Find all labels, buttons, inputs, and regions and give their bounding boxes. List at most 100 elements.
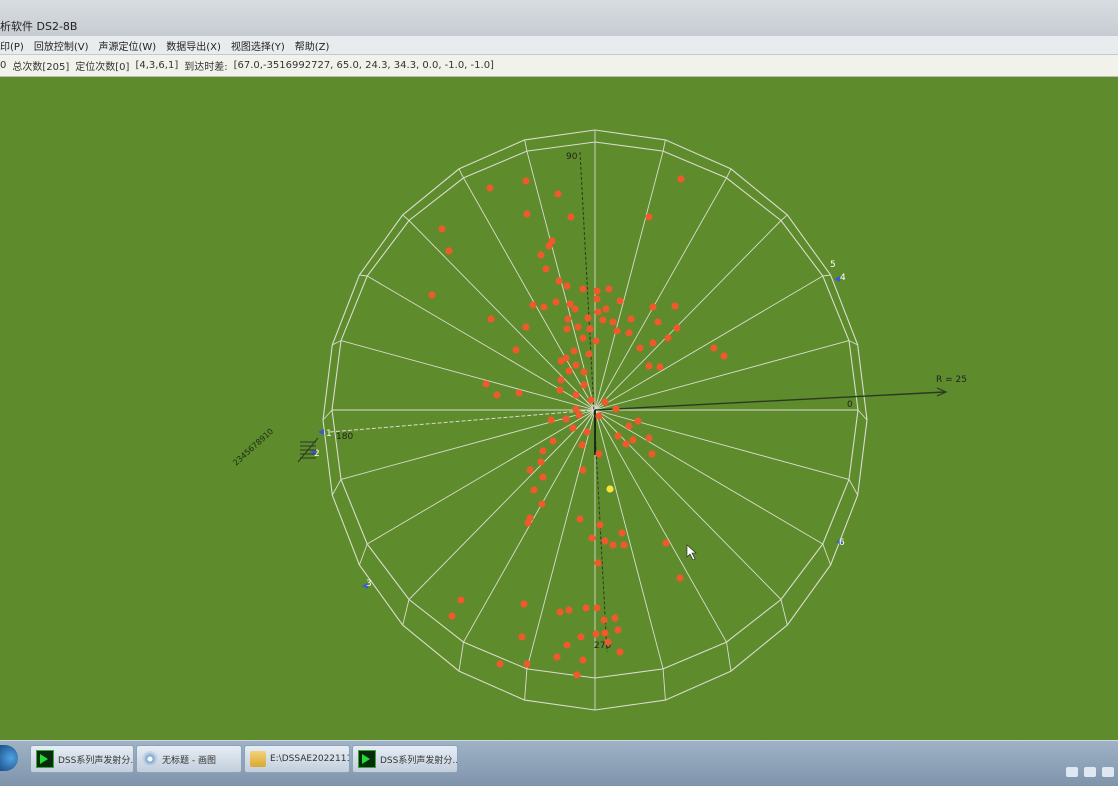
highlighted-event-point[interactable] xyxy=(606,485,614,493)
location-plot-canvas[interactable]: 90 180 0 270 R = 25 1 2 3 4 5 6 23456789… xyxy=(0,77,1118,740)
event-point[interactable] xyxy=(609,318,617,326)
event-point[interactable] xyxy=(601,629,609,637)
event-point[interactable] xyxy=(605,285,613,293)
event-point[interactable] xyxy=(600,616,608,624)
event-point[interactable] xyxy=(580,368,588,376)
event-point[interactable] xyxy=(572,361,580,369)
event-point[interactable] xyxy=(563,641,571,649)
event-point[interactable] xyxy=(496,660,504,668)
event-point[interactable] xyxy=(545,242,553,250)
event-point[interactable] xyxy=(636,344,644,352)
sensor-marker-4[interactable]: 4 xyxy=(834,273,846,283)
event-point[interactable] xyxy=(530,486,538,494)
event-point[interactable] xyxy=(645,362,653,370)
event-point[interactable] xyxy=(567,213,575,221)
event-point[interactable] xyxy=(579,285,587,293)
event-point[interactable] xyxy=(593,295,601,303)
event-point[interactable] xyxy=(556,386,564,394)
event-point[interactable] xyxy=(612,405,620,413)
event-point[interactable] xyxy=(662,539,670,547)
event-point[interactable] xyxy=(664,334,672,342)
event-point[interactable] xyxy=(673,324,681,332)
event-point[interactable] xyxy=(563,325,571,333)
event-point[interactable] xyxy=(616,648,624,656)
event-point[interactable] xyxy=(654,318,662,326)
event-point[interactable] xyxy=(599,316,607,324)
taskbar-item-paint[interactable]: 无标题 - 画图 xyxy=(136,745,242,773)
event-point[interactable] xyxy=(594,308,602,316)
event-point[interactable] xyxy=(564,315,572,323)
event-point[interactable] xyxy=(554,190,562,198)
event-point[interactable] xyxy=(570,347,578,355)
event-point[interactable] xyxy=(588,534,596,542)
event-point[interactable] xyxy=(493,391,501,399)
event-point[interactable] xyxy=(524,519,532,527)
event-point[interactable] xyxy=(625,329,633,337)
event-point[interactable] xyxy=(539,447,547,455)
event-point[interactable] xyxy=(625,422,633,430)
event-point[interactable] xyxy=(618,529,626,537)
event-point[interactable] xyxy=(577,633,585,641)
sensor-marker-5[interactable]: 5 xyxy=(830,260,836,270)
event-point[interactable] xyxy=(538,500,546,508)
event-point[interactable] xyxy=(593,604,601,612)
event-point[interactable] xyxy=(562,415,570,423)
event-point[interactable] xyxy=(645,434,653,442)
event-point[interactable] xyxy=(556,608,564,616)
event-point[interactable] xyxy=(582,604,590,612)
event-point[interactable] xyxy=(537,458,545,466)
event-point[interactable] xyxy=(549,437,557,445)
menu-view-select[interactable]: 视图选择(Y) xyxy=(231,38,285,53)
event-point[interactable] xyxy=(529,301,537,309)
event-point[interactable] xyxy=(586,325,594,333)
event-point[interactable] xyxy=(627,315,635,323)
event-point[interactable] xyxy=(552,298,560,306)
event-point[interactable] xyxy=(648,450,656,458)
menu-playback-control[interactable]: 回放控制(V) xyxy=(34,38,89,53)
event-point[interactable] xyxy=(579,334,587,342)
event-point[interactable] xyxy=(677,175,685,183)
menu-source-location[interactable]: 声源定位(W) xyxy=(99,38,157,53)
event-point[interactable] xyxy=(438,225,446,233)
event-point[interactable] xyxy=(649,303,657,311)
event-point[interactable] xyxy=(487,315,495,323)
event-point[interactable] xyxy=(557,376,565,384)
event-point[interactable] xyxy=(601,537,609,545)
event-point[interactable] xyxy=(486,184,494,192)
event-point[interactable] xyxy=(539,473,547,481)
event-point[interactable] xyxy=(616,297,624,305)
event-point[interactable] xyxy=(620,541,628,549)
event-point[interactable] xyxy=(540,303,548,311)
event-point[interactable] xyxy=(565,606,573,614)
event-point[interactable] xyxy=(522,323,530,331)
event-point[interactable] xyxy=(575,411,583,419)
event-point[interactable] xyxy=(523,210,531,218)
event-point[interactable] xyxy=(445,247,453,255)
event-point[interactable] xyxy=(634,417,642,425)
event-point[interactable] xyxy=(515,389,523,397)
event-point[interactable] xyxy=(609,541,617,549)
event-point[interactable] xyxy=(576,515,584,523)
event-point[interactable] xyxy=(448,612,456,620)
event-point[interactable] xyxy=(710,344,718,352)
event-point[interactable] xyxy=(592,337,600,345)
event-point[interactable] xyxy=(512,346,520,354)
event-point[interactable] xyxy=(595,450,603,458)
menu-print[interactable]: 印(P) xyxy=(0,38,24,53)
event-point[interactable] xyxy=(537,251,545,259)
tray-volume-icon[interactable] xyxy=(1084,767,1096,777)
event-point[interactable] xyxy=(579,466,587,474)
event-point[interactable] xyxy=(611,614,619,622)
event-point[interactable] xyxy=(557,357,565,365)
event-point[interactable] xyxy=(573,671,581,679)
event-point[interactable] xyxy=(428,291,436,299)
event-point[interactable] xyxy=(522,177,530,185)
event-point[interactable] xyxy=(614,432,622,440)
event-point[interactable] xyxy=(629,436,637,444)
event-point[interactable] xyxy=(676,574,684,582)
event-point[interactable] xyxy=(579,656,587,664)
event-point[interactable] xyxy=(555,277,563,285)
taskbar-item-dss-2[interactable]: DSS系列声发射分... xyxy=(352,745,458,773)
event-point[interactable] xyxy=(583,428,591,436)
event-point[interactable] xyxy=(602,305,610,313)
